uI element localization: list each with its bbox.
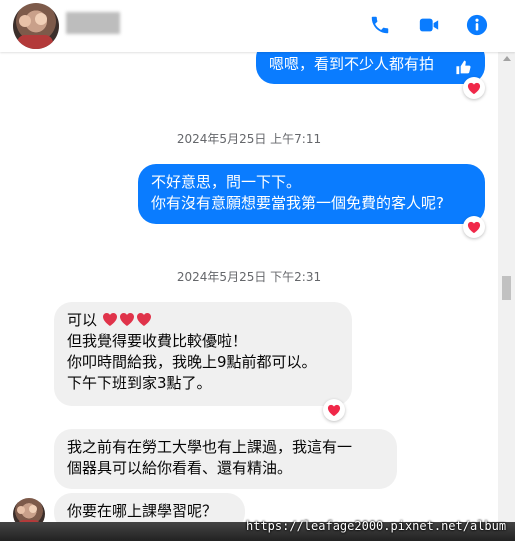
message-text: 我之前有在勞工大學也有上課過，我這有一 xyxy=(67,438,353,456)
message-text: 你有沒有意願想要當我第一個免費的客人呢? xyxy=(151,194,444,212)
like-icon xyxy=(456,60,471,75)
outgoing-message[interactable]: 嗯嗯，看到不少人都有拍 xyxy=(256,52,485,84)
incoming-message[interactable]: 我之前有在勞工大學也有上課過，我這有一 個器具可以給你看看、還有精油。 xyxy=(54,429,397,489)
contact-name-blurred[interactable] xyxy=(66,12,120,34)
incoming-message[interactable]: 可以 但我覺得要收費比較優啦！ 你叩時間給我，我晚上9點前都可以。 下午下班到家… xyxy=(54,302,352,406)
video-camera-icon[interactable] xyxy=(418,14,440,36)
message-text: 你要在哪上課學習呢？ xyxy=(67,502,218,520)
heart-reaction[interactable] xyxy=(323,399,345,421)
message-text: 不好意思，問一下下。 xyxy=(151,173,302,191)
chat-scrollbar[interactable] xyxy=(498,52,515,522)
watermark-text: https://leafage2000.pixnet.net/album xyxy=(246,519,507,533)
heart-reaction[interactable] xyxy=(463,216,485,238)
phone-icon[interactable] xyxy=(369,14,391,36)
message-text: 下午下班到家3點了。 xyxy=(67,374,212,392)
message-text: 可以 xyxy=(67,311,98,329)
heart-emoji-icon xyxy=(119,313,134,326)
scrollbar-thumb[interactable] xyxy=(502,276,511,300)
info-icon[interactable] xyxy=(466,14,488,36)
heart-emoji-icon xyxy=(102,313,117,326)
scroll-up-arrow[interactable] xyxy=(503,56,511,61)
timestamp: 2024年5月25日 下午2:31 xyxy=(176,270,322,284)
contact-avatar[interactable] xyxy=(13,3,59,49)
message-text: 嗯嗯，看到不少人都有拍 xyxy=(269,55,435,73)
heart-reaction[interactable] xyxy=(463,77,485,99)
heart-emoji-icon xyxy=(136,313,151,326)
chat-header xyxy=(0,0,515,52)
message-text: 個器具可以給你看看、還有精油。 xyxy=(67,459,293,477)
outgoing-message[interactable]: 不好意思，問一下下。 你有沒有意願想要當我第一個免費的客人呢? xyxy=(138,164,485,224)
message-list: 嗯嗯，看到不少人都有拍 2024年5月25日 上午7:11 不好意思，問一下下。… xyxy=(0,52,498,541)
timestamp: 2024年5月25日 上午7:11 xyxy=(176,132,322,146)
heart-icon xyxy=(467,82,481,94)
heart-icon xyxy=(467,221,481,233)
message-text: 你叩時間給我，我晚上9點前都可以。 xyxy=(67,353,317,371)
message-text: 但我覺得要收費比較優啦！ xyxy=(67,332,248,350)
heart-icon xyxy=(327,404,341,416)
